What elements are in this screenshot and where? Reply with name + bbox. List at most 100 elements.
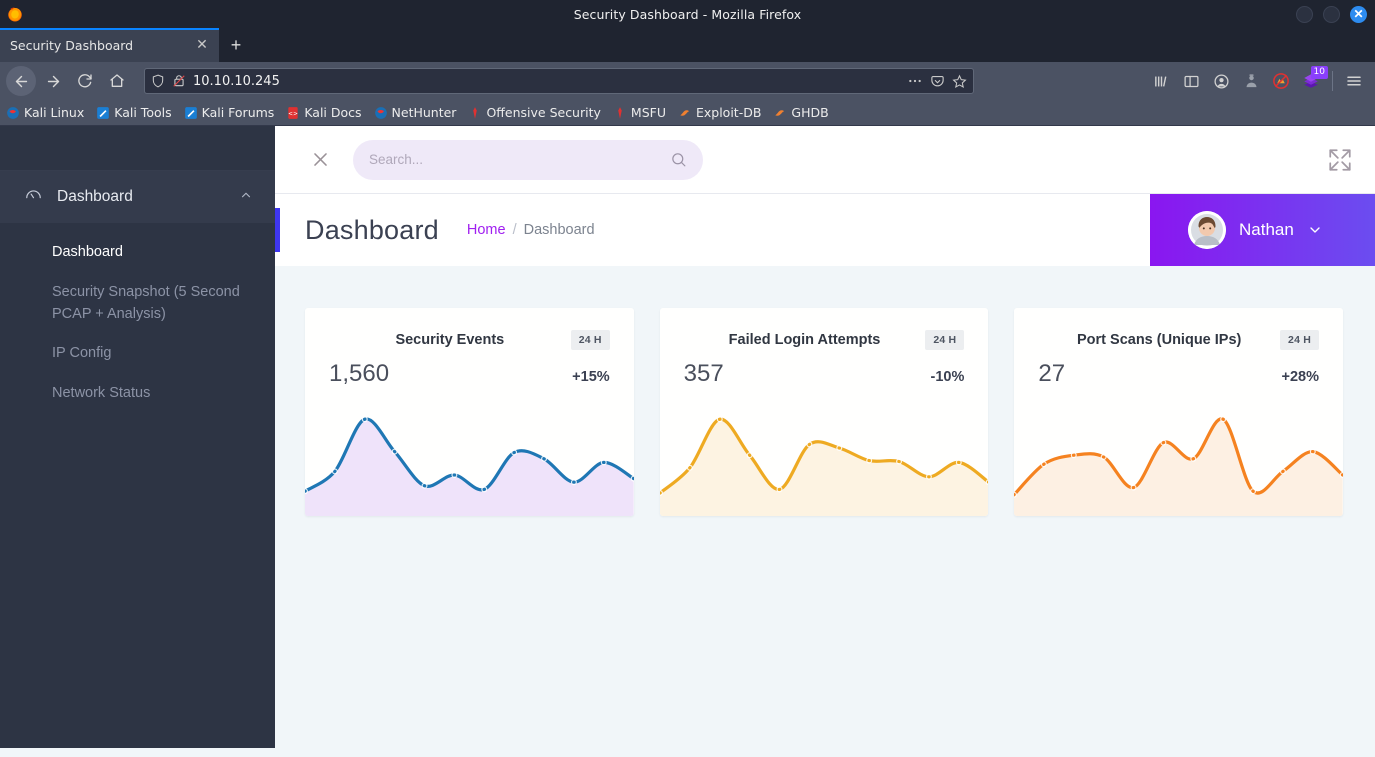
stat-card-security-events[interactable]: Security Events 24 H 1,560 +15% xyxy=(305,308,634,516)
card-period-badge: 24 H xyxy=(1280,330,1320,350)
search-bar[interactable] xyxy=(353,139,703,180)
bookmark-label: Exploit-DB xyxy=(695,105,762,120)
shield-icon[interactable] xyxy=(151,74,165,88)
sidebar: Dashboard Dashboard Security Snapshot (5… xyxy=(0,126,275,748)
msfu-icon xyxy=(618,106,622,119)
minimize-button[interactable] xyxy=(1296,5,1313,23)
sidebar-item-security-snapshot[interactable]: Security Snapshot (5 Second PCAP + Analy… xyxy=(0,273,275,335)
browser-navbar: 10.10.10.245 10 xyxy=(0,62,1375,100)
kali-dragon-icon xyxy=(7,106,19,119)
bookmark-label: NetHunter xyxy=(391,105,457,120)
bookmark-nethunter[interactable]: NetHunter xyxy=(374,105,457,120)
bookmark-kali-docs[interactable]: <> Kali Docs xyxy=(286,105,361,120)
sparkline-chart-0 xyxy=(305,406,634,516)
kali-forums-icon xyxy=(184,106,197,119)
window-close-button[interactable]: ✕ xyxy=(1350,5,1367,23)
user-menu[interactable]: Nathan xyxy=(1150,194,1375,266)
svg-text:<>: <> xyxy=(288,111,298,117)
card-value: 27 xyxy=(1038,360,1066,387)
page-title-bar: Dashboard Home / Dashboard Nathan xyxy=(275,194,1375,266)
breadcrumb-home-link[interactable]: Home xyxy=(467,222,506,238)
dashboard-main: Security Events 24 H 1,560 +15% Failed L… xyxy=(275,266,1375,748)
extension-icon[interactable]: 10 xyxy=(1300,66,1328,92)
bookmark-kali-tools[interactable]: Kali Tools xyxy=(96,105,172,120)
account-icon[interactable] xyxy=(1210,70,1232,92)
bookmark-kali-forums[interactable]: Kali Forums xyxy=(184,105,275,120)
sidebar-group-dashboard[interactable]: Dashboard xyxy=(0,171,275,223)
exploit-db-icon xyxy=(680,109,690,116)
bookmark-label: Kali Forums xyxy=(201,105,275,120)
url-bar[interactable]: 10.10.10.245 xyxy=(144,68,974,94)
sparkline-svg xyxy=(305,416,634,516)
avatar xyxy=(1188,211,1226,249)
chevron-up-icon[interactable] xyxy=(239,188,253,207)
card-value: 1,560 xyxy=(329,360,390,387)
card-header: Failed Login Attempts 24 H xyxy=(660,308,989,350)
expand-icon[interactable] xyxy=(1327,147,1353,173)
stat-card-port-scans[interactable]: Port Scans (Unique IPs) 24 H 27 +28% xyxy=(1014,308,1344,516)
maximize-button[interactable] xyxy=(1323,5,1340,23)
sidebar-group-label: Dashboard xyxy=(57,188,133,205)
bookmark-exploit-db[interactable]: Exploit-DB xyxy=(678,105,761,120)
card-delta: +28% xyxy=(1281,369,1320,385)
sidebar-item-network-status[interactable]: Network Status xyxy=(0,374,275,414)
browser-tab[interactable]: Security Dashboard ✕ xyxy=(0,28,219,62)
speedometer-icon xyxy=(24,185,43,209)
tab-strip: Security Dashboard ✕ + xyxy=(0,28,1375,62)
page-actions-icon[interactable] xyxy=(907,73,923,89)
browser-titlebar: Security Dashboard - Mozilla Firefox ✕ xyxy=(0,0,1375,28)
offensive-security-icon xyxy=(473,106,478,119)
sidebar-toggle-icon[interactable] xyxy=(1180,70,1202,92)
home-button[interactable] xyxy=(102,66,132,96)
pocket-icon[interactable] xyxy=(930,74,945,89)
sidebar-item-dashboard[interactable]: Dashboard xyxy=(0,233,275,273)
bookmark-kali-linux[interactable]: Kali Linux xyxy=(6,105,84,120)
sparkline-chart-2 xyxy=(1014,406,1344,516)
card-header: Port Scans (Unique IPs) 24 H xyxy=(1014,308,1343,350)
bookmark-label: GHDB xyxy=(791,105,829,120)
container-tabs-icon[interactable] xyxy=(1240,70,1262,92)
title-accent-bar xyxy=(275,208,280,252)
bookmark-ghdb[interactable]: GHDB xyxy=(773,105,829,120)
chart-area-fill xyxy=(1014,418,1344,516)
card-values: 1,560 +15% xyxy=(305,350,634,388)
user-avatar-icon xyxy=(1188,211,1226,249)
sidebar-item-ip-config[interactable]: IP Config xyxy=(0,334,275,374)
stat-card-failed-login-attempts[interactable]: Failed Login Attempts 24 H 357 -10% xyxy=(659,308,989,516)
search-icon[interactable] xyxy=(670,151,687,168)
chevron-down-icon[interactable] xyxy=(1307,222,1323,238)
library-icon[interactable] xyxy=(1150,70,1172,92)
breadcrumb: Home / Dashboard xyxy=(467,222,595,238)
new-tab-button[interactable]: + xyxy=(219,28,253,62)
ghdb-icon xyxy=(775,109,785,116)
card-values: 357 -10% xyxy=(660,350,989,388)
insecure-connection-icon[interactable] xyxy=(172,74,186,88)
back-button[interactable] xyxy=(6,66,36,96)
page-body: Dashboard Dashboard Security Snapshot (5… xyxy=(0,126,1375,748)
bookmark-offensive-security[interactable]: Offensive Security xyxy=(468,105,601,120)
url-text: 10.10.10.245 xyxy=(193,73,280,89)
search-input[interactable] xyxy=(369,152,670,167)
reload-button[interactable] xyxy=(70,66,100,96)
bookmark-star-icon[interactable] xyxy=(952,74,967,89)
toolbar-divider xyxy=(1332,71,1333,91)
stat-card-row: Security Events 24 H 1,560 +15% Failed L… xyxy=(305,308,1344,516)
sparkline-svg xyxy=(1014,416,1344,516)
card-header: Security Events 24 H xyxy=(305,308,634,350)
bookmark-msfu[interactable]: MSFU xyxy=(613,105,666,120)
card-title: Port Scans (Unique IPs) xyxy=(1077,332,1242,348)
bookmarks-bar: Kali Linux Kali Tools Kali Forums <> Kal… xyxy=(0,100,1375,126)
bookmark-label: Offensive Security xyxy=(486,105,601,120)
card-delta: -10% xyxy=(930,369,965,385)
bookmark-label: MSFU xyxy=(630,105,666,120)
content-area: Dashboard Home / Dashboard xyxy=(275,126,1375,748)
card-value: 357 xyxy=(683,360,724,387)
app-menu-icon[interactable] xyxy=(1343,70,1365,92)
nethunter-icon xyxy=(374,106,387,119)
close-icon[interactable] xyxy=(303,143,337,177)
sparkline-chart-1 xyxy=(659,406,989,516)
noscript-icon[interactable] xyxy=(1270,70,1292,92)
forward-button[interactable] xyxy=(38,66,68,96)
breadcrumb-current: Dashboard xyxy=(523,222,595,238)
tab-close-icon[interactable]: ✕ xyxy=(193,37,211,53)
